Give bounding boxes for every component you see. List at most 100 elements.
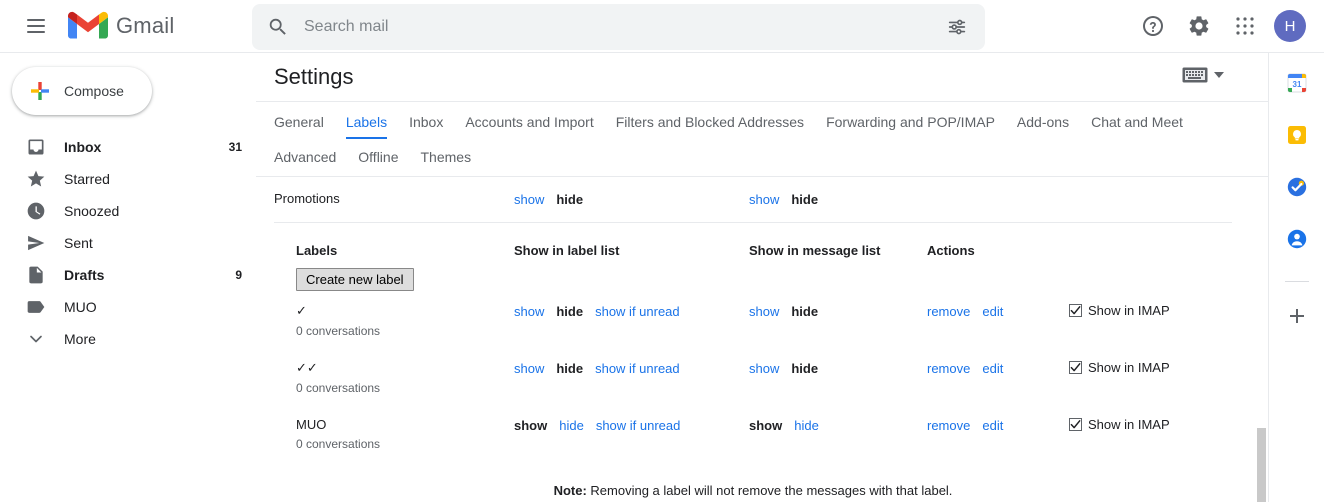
show-in-imap-checkbox[interactable]: Show in IMAP: [1069, 417, 1170, 432]
remove-label-link[interactable]: remove: [927, 304, 970, 319]
message-list-toggle-show[interactable]: show: [749, 304, 779, 319]
tab-labels[interactable]: Labels: [345, 102, 388, 139]
tab-general[interactable]: General: [274, 102, 324, 139]
tab-forwarding-and-pop-imap[interactable]: Forwarding and POP/IMAP: [826, 102, 995, 139]
label-list-toggle-show[interactable]: show: [514, 192, 544, 207]
system-labels-body: Promotions show hide show hide: [274, 177, 1232, 223]
label-list-toggle: show hide show if unread: [514, 405, 749, 461]
help-icon[interactable]: [1133, 6, 1173, 46]
sidebar-nav-list: Inbox 31 Starred Snoozed Sent Drafts 9 MUO More: [0, 131, 256, 355]
search-bar[interactable]: [252, 4, 985, 50]
label-list-toggle-show[interactable]: show: [514, 304, 544, 319]
google-keep-icon[interactable]: [1285, 123, 1309, 147]
search-input[interactable]: [302, 17, 937, 37]
checkbox-box[interactable]: [1069, 418, 1082, 431]
system-label-name: Promotions: [274, 177, 514, 223]
tab-inbox[interactable]: Inbox: [409, 102, 443, 139]
chevron-down-icon: [1214, 72, 1224, 78]
message-list-toggle: show hide: [749, 405, 927, 461]
rail-divider: [1284, 281, 1309, 282]
tab-add-ons[interactable]: Add-ons: [1017, 102, 1069, 139]
tab-advanced[interactable]: Advanced: [274, 139, 336, 176]
label-row: ✓ 0 conversations show hide show if unread sh…: [274, 291, 1232, 348]
settings-main: Settings General Labels Inbox Accounts a…: [256, 53, 1268, 502]
label-name-cell: ✓ 0 conversations: [274, 291, 514, 348]
show-in-imap-checkbox[interactable]: Show in IMAP: [1069, 360, 1170, 375]
content-scrollbar[interactable]: [1256, 378, 1267, 502]
edit-label-link[interactable]: edit: [982, 361, 1003, 376]
checkbox-box[interactable]: [1069, 304, 1082, 317]
google-contacts-icon[interactable]: [1285, 227, 1309, 251]
edit-label-link[interactable]: edit: [982, 418, 1003, 433]
label-list-toggle-show-if-unread[interactable]: show if unread: [595, 361, 680, 376]
top-app-bar: Gmail Search mail H: [0, 0, 1324, 52]
tab-themes[interactable]: Themes: [421, 139, 472, 176]
clock-icon: [26, 201, 46, 221]
header-show-in-message-list: Show in message list: [749, 243, 881, 258]
checkbox-box[interactable]: [1069, 361, 1082, 374]
settings-tabs: General Labels Inbox Accounts and Import Fil…: [256, 101, 1268, 177]
note-prefix: Note:: [553, 483, 587, 498]
plus-icon[interactable]: [1285, 304, 1309, 328]
sidebar-item-label: Drafts: [64, 267, 105, 283]
page-title: Settings: [274, 64, 354, 89]
label-name: MUO: [296, 417, 327, 432]
sidebar-item-more[interactable]: More: [0, 323, 256, 355]
tab-offline[interactable]: Offline: [358, 139, 398, 176]
label-list-toggle-show: show: [514, 418, 548, 433]
hamburger-icon[interactable]: [12, 2, 60, 50]
compose-label: Compose: [64, 83, 124, 99]
sidebar-item-muo[interactable]: MUO: [0, 291, 256, 323]
create-label-row: Create new label: [274, 264, 1232, 291]
label-conversation-count: 0 conversations: [296, 381, 381, 395]
message-list-toggle-show[interactable]: show: [749, 192, 779, 207]
labels-body: ✓ 0 conversations show hide show if unread sh…: [274, 291, 1232, 461]
message-list-toggle-show: show: [749, 418, 783, 433]
header-show-in-label-list: Show in label list: [514, 243, 620, 258]
sidebar-item-snoozed[interactable]: Snoozed: [0, 195, 256, 227]
label-name-cell: MUO 0 conversations: [274, 405, 514, 461]
settings-content: Promotions show hide show hide Labels Show i…: [256, 177, 1268, 498]
sidebar-item-sent[interactable]: Sent: [0, 227, 256, 259]
settings-tabs-row-2: Advanced Offline Themes: [274, 139, 1268, 176]
keyboard-input-tools-icon[interactable]: [1182, 67, 1224, 83]
scrollbar-thumb[interactable]: [1257, 428, 1266, 502]
label-list-toggle: show hide show if unread: [514, 291, 749, 348]
labels-table: Promotions show hide show hide Labels Show i…: [274, 177, 1232, 461]
message-list-toggle-hide: hide: [791, 361, 819, 376]
note-text: Removing a label will not remove the mes…: [586, 483, 953, 498]
label-actions-cell: remove edit: [927, 291, 1069, 348]
label-row: ✓✓ 0 conversations show hide show if unread s…: [274, 348, 1232, 405]
label-list-toggle-show[interactable]: show: [514, 361, 544, 376]
tab-accounts-and-import[interactable]: Accounts and Import: [465, 102, 593, 139]
google-calendar-icon[interactable]: 31: [1285, 71, 1309, 95]
show-in-imap-checkbox[interactable]: Show in IMAP: [1069, 303, 1170, 318]
show-in-imap-label: Show in IMAP: [1088, 417, 1170, 432]
sidebar-item-inbox[interactable]: Inbox 31: [0, 131, 256, 163]
compose-button[interactable]: Compose: [12, 67, 152, 115]
label-list-toggle-show-if-unread[interactable]: show if unread: [595, 304, 680, 319]
gmail-logo[interactable]: Gmail: [68, 11, 174, 41]
remove-label-link[interactable]: remove: [927, 418, 970, 433]
tab-filters-and-blocked-addresses[interactable]: Filters and Blocked Addresses: [616, 102, 804, 139]
search-options-icon[interactable]: [937, 7, 977, 47]
google-tasks-icon[interactable]: [1285, 175, 1309, 199]
edit-label-link[interactable]: edit: [982, 304, 1003, 319]
sidebar-item-starred[interactable]: Starred: [0, 163, 256, 195]
message-list-toggle-hide[interactable]: hide: [794, 418, 819, 433]
tab-chat-and-meet[interactable]: Chat and Meet: [1091, 102, 1183, 139]
message-list-toggle-show[interactable]: show: [749, 361, 779, 376]
show-in-imap-cell: Show in IMAP: [1069, 405, 1232, 461]
search-icon[interactable]: [266, 15, 290, 39]
message-list-toggle-hide: hide: [791, 192, 819, 207]
gear-icon[interactable]: [1179, 6, 1219, 46]
label-list-toggle-show-if-unread[interactable]: show if unread: [596, 418, 681, 433]
sidebar-item-count: 9: [235, 268, 242, 282]
label-list-toggle-hide[interactable]: hide: [559, 418, 584, 433]
create-new-label-button[interactable]: Create new label: [296, 268, 414, 291]
apps-grid-icon[interactable]: [1225, 6, 1265, 46]
remove-label-link[interactable]: remove: [927, 361, 970, 376]
label-list-toggle: show hide: [514, 177, 749, 223]
sidebar-item-drafts[interactable]: Drafts 9: [0, 259, 256, 291]
avatar[interactable]: H: [1274, 10, 1306, 42]
